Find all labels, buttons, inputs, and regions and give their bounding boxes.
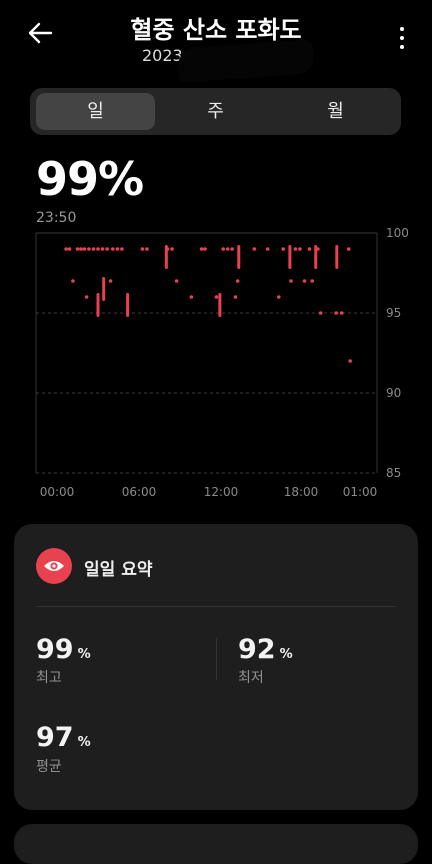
data-point [289, 279, 293, 283]
y-tick-label: 90 [386, 386, 401, 400]
data-point [105, 247, 109, 251]
max-value: 99% [36, 634, 91, 665]
data-point [230, 247, 234, 251]
spo2-chart[interactable]: 100 95 90 85 00:00 06:00 12:00 18:00 01:00 [0, 0, 432, 510]
data-point [115, 247, 120, 251]
range-bar [218, 293, 222, 317]
data-point [140, 247, 145, 251]
range-bar [102, 277, 106, 301]
data-point [235, 279, 240, 283]
max-label: 최고 [36, 670, 62, 686]
data-point [145, 247, 149, 251]
data-point [214, 295, 219, 299]
divider [36, 606, 396, 607]
data-point [307, 247, 312, 251]
data-point [203, 247, 207, 251]
min-label: 최저 [238, 670, 264, 686]
x-tick-label: 06:00 [122, 485, 157, 499]
y-tick-label: 100 [386, 226, 409, 240]
data-point [96, 247, 100, 251]
data-point [174, 279, 179, 283]
x-tick-label: 00:00 [40, 485, 75, 499]
min-value: 92% [238, 634, 293, 665]
data-point [82, 247, 87, 251]
data-point [67, 247, 72, 251]
data-point [165, 247, 170, 251]
data-point [221, 247, 226, 251]
x-tick-label: 01:00 [343, 485, 378, 499]
range-bar [96, 293, 100, 317]
data-point [346, 247, 351, 251]
data-point [318, 311, 323, 315]
data-point [310, 279, 315, 283]
data-point [199, 247, 204, 251]
range-bar [335, 245, 339, 269]
data-point [302, 279, 307, 283]
data-point [120, 247, 124, 251]
data-point [281, 247, 286, 251]
data-point [233, 295, 238, 299]
range-bar [126, 293, 130, 317]
data-point [64, 247, 68, 251]
range-bar [237, 245, 241, 269]
data-point [91, 247, 96, 251]
data-point [108, 279, 113, 283]
avg-value: 97% [36, 722, 91, 753]
daily-summary-card: 일일 요약 99% 최고 92% 최저 97% 평균 [14, 524, 418, 810]
data-point [84, 295, 89, 299]
avg-label: 평균 [36, 759, 62, 775]
data-point [87, 247, 91, 251]
x-tick-label: 18:00 [284, 485, 319, 499]
data-point [339, 311, 344, 315]
data-point [348, 359, 352, 363]
data-point [111, 247, 115, 251]
range-bar [288, 245, 292, 269]
y-tick-label: 95 [386, 306, 401, 320]
data-point [316, 247, 320, 251]
data-point [298, 247, 302, 251]
next-card [14, 824, 418, 864]
data-point [293, 247, 298, 251]
data-point [189, 295, 194, 299]
data-point [225, 247, 230, 251]
data-point [170, 247, 174, 251]
data-point [265, 247, 270, 251]
data-point [276, 295, 281, 299]
data-point [252, 247, 257, 251]
data-point [75, 247, 80, 251]
divider [216, 638, 217, 680]
data-point [334, 311, 338, 315]
summary-title: 일일 요약 [84, 560, 153, 580]
y-tick-label: 85 [386, 466, 401, 480]
data-point [100, 247, 105, 251]
eye-icon [36, 548, 72, 584]
data-point [71, 279, 75, 283]
x-tick-label: 12:00 [204, 485, 239, 499]
data-point [79, 247, 83, 251]
